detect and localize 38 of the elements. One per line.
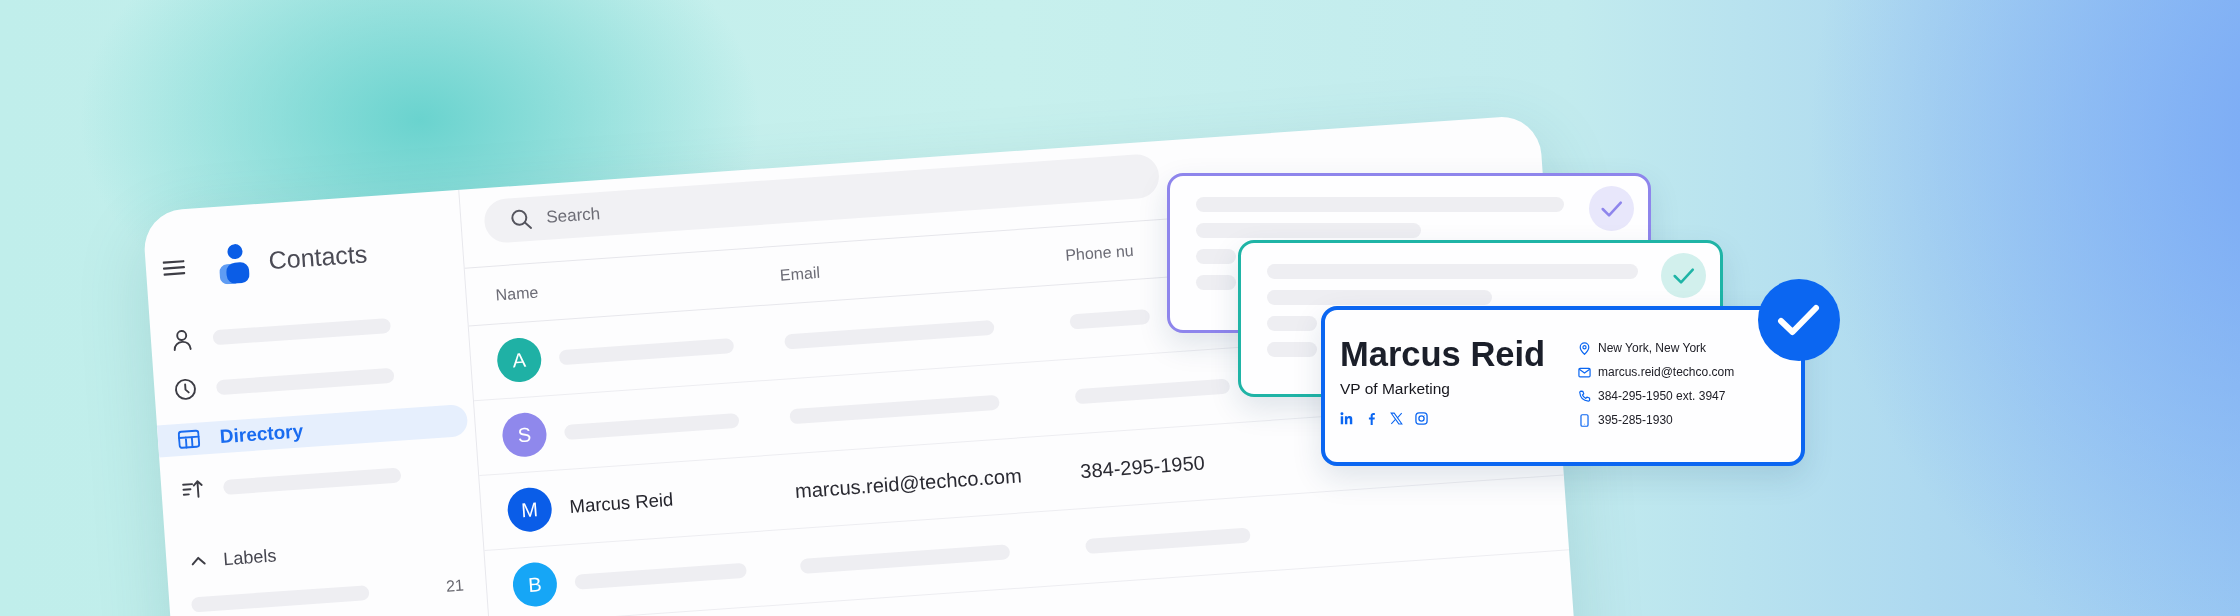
avatar: M: [506, 486, 554, 534]
contact-detail: 384-295-1950 ext. 3947: [1598, 389, 1726, 403]
avatar: S: [501, 411, 548, 459]
search-field[interactable]: Search: [483, 153, 1161, 245]
contact-detail: 395-285-1930: [1598, 413, 1673, 427]
caret-icon: [190, 555, 207, 567]
job-title: VP of Marketing: [1340, 379, 1451, 400]
label-count: 21: [445, 576, 465, 596]
mail-icon: [1578, 365, 1591, 379]
x-logo-icon[interactable]: [1390, 411, 1403, 425]
table-icon: [177, 427, 201, 451]
app-title: Contacts: [267, 239, 369, 276]
labels-toggle[interactable]: Labels: [189, 544, 278, 573]
instagram-icon[interactable]: [1415, 411, 1428, 425]
nav-item[interactable]: Directory: [156, 403, 469, 458]
avatar: A: [495, 336, 543, 384]
avatar: B: [511, 561, 559, 608]
card-name: Marcus Reid: [1340, 336, 1547, 374]
contact-name: Marcus Reid: [568, 488, 674, 518]
column-header: Name: [495, 283, 539, 303]
linkedin-icon[interactable]: [1340, 411, 1353, 425]
contact-phone: 384-295-1950: [1079, 451, 1206, 482]
location-pin-icon: [1578, 341, 1591, 355]
menu-icon[interactable]: [162, 258, 186, 277]
search-icon: [509, 207, 534, 232]
phone-icon: [1578, 389, 1591, 403]
mobile-phone-icon: [1578, 413, 1591, 427]
skeleton-bar: [1267, 342, 1317, 357]
column-header: Email: [779, 263, 821, 284]
contact-detail: New York, New York: [1598, 341, 1707, 355]
search-input[interactable]: Search: [545, 200, 657, 228]
skeleton-bar: [1196, 275, 1236, 290]
skeleton-bar: [1196, 249, 1236, 264]
person-logo-icon: [217, 242, 251, 285]
sort-icon: [180, 477, 205, 501]
contact-email: marcus.reid@techco.com: [794, 463, 1023, 502]
clock-icon: [173, 377, 198, 402]
contact-detail: marcus.reid@techco.com: [1598, 365, 1735, 379]
